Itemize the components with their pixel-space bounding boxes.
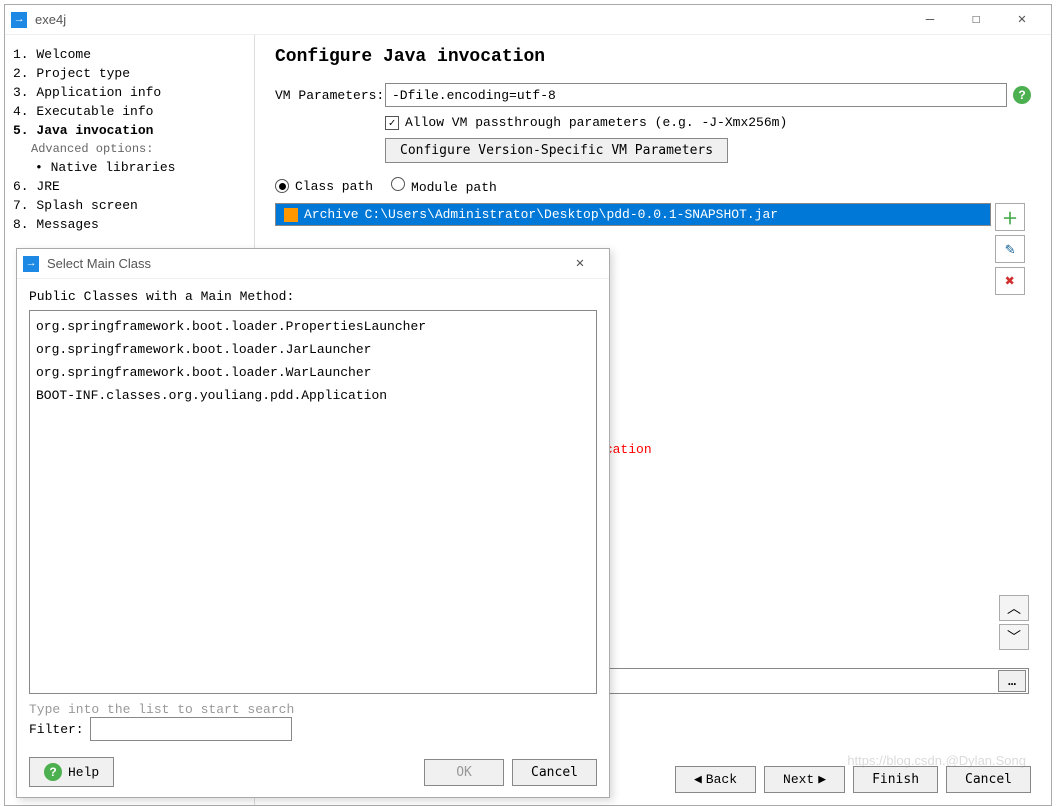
filter-input[interactable] xyxy=(90,717,292,741)
sidebar-item-splash[interactable]: 7. Splash screen xyxy=(13,196,246,215)
move-down-icon[interactable]: ﹀ xyxy=(999,624,1029,650)
wizard-footer: ◀ Back Next ▶ Finish Cancel xyxy=(675,766,1031,793)
vm-params-row: VM Parameters: ? xyxy=(275,83,1031,107)
class-item[interactable]: org.springframework.boot.loader.WarLaunc… xyxy=(34,361,592,384)
classpath-list[interactable]: Archive C:\Users\Administrator\Desktop\p… xyxy=(275,203,991,226)
sidebar-item-welcome[interactable]: 1. Welcome xyxy=(13,45,246,64)
vm-params-input[interactable] xyxy=(385,83,1007,107)
passthrough-checkbox[interactable]: ✓ xyxy=(385,116,399,130)
ok-button[interactable]: OK xyxy=(424,759,504,786)
sidebar-item-executable-info[interactable]: 4. Executable info xyxy=(13,102,246,121)
search-hint: Type into the list to start search xyxy=(29,702,597,717)
dialog-subtitle: Public Classes with a Main Method: xyxy=(29,289,597,304)
main-class-list[interactable]: org.springframework.boot.loader.Properti… xyxy=(29,310,597,694)
sidebar-item-project-type[interactable]: 2. Project type xyxy=(13,64,246,83)
move-up-icon[interactable]: ︿ xyxy=(999,595,1029,621)
config-version-vm-button[interactable]: Configure Version-Specific VM Parameters xyxy=(385,138,728,163)
main-titlebar: exe4j — ☐ ✕ xyxy=(5,5,1051,35)
passthrough-row[interactable]: ✓ Allow VM passthrough parameters (e.g. … xyxy=(385,115,1031,130)
sidebar-item-application-info[interactable]: 3. Application info xyxy=(13,83,246,102)
archive-entry[interactable]: Archive C:\Users\Administrator\Desktop\p… xyxy=(276,204,990,225)
sidebar-advanced-options: Advanced options: xyxy=(13,140,246,158)
window-controls: — ☐ ✕ xyxy=(907,5,1045,35)
class-item[interactable]: BOOT-INF.classes.org.youliang.pdd.Applic… xyxy=(34,384,592,407)
archive-path: C:\Users\Administrator\Desktop\pdd-0.0.1… xyxy=(365,207,778,222)
dialog-footer: ? Help OK Cancel xyxy=(29,751,597,787)
dialog-cancel-button[interactable]: Cancel xyxy=(512,759,597,786)
finish-button[interactable]: Finish xyxy=(853,766,938,793)
minimize-icon[interactable]: — xyxy=(907,5,953,35)
edit-button[interactable]: ✎ xyxy=(995,235,1025,263)
class-item[interactable]: org.springframework.boot.loader.Properti… xyxy=(34,315,592,338)
dialog-close-icon[interactable]: ✕ xyxy=(557,249,603,279)
window-title: exe4j xyxy=(35,12,907,27)
sidebar-item-jre[interactable]: 6. JRE xyxy=(13,177,246,196)
browse-button[interactable]: … xyxy=(998,670,1026,692)
sidebar-item-messages[interactable]: 8. Messages xyxy=(13,215,246,234)
reorder-arrows: ︿ ﹀ xyxy=(999,595,1029,650)
passthrough-label: Allow VM passthrough parameters (e.g. -J… xyxy=(405,115,787,130)
select-main-class-dialog: Select Main Class ✕ Public Classes with … xyxy=(16,248,610,798)
close-icon[interactable]: ✕ xyxy=(999,5,1045,35)
module-path-radio[interactable]: Module path xyxy=(391,177,497,195)
dialog-body: Public Classes with a Main Method: org.s… xyxy=(17,279,609,797)
dialog-icon xyxy=(23,256,39,272)
dialog-titlebar: Select Main Class ✕ xyxy=(17,249,609,279)
path-type-row: Class path Module path xyxy=(275,177,1031,195)
dialog-title: Select Main Class xyxy=(47,256,557,271)
archive-label: Archive xyxy=(304,207,359,222)
cancel-button[interactable]: Cancel xyxy=(946,766,1031,793)
vm-params-label: VM Parameters: xyxy=(275,88,385,103)
help-button[interactable]: ? Help xyxy=(29,757,114,787)
page-heading: Configure Java invocation xyxy=(275,47,1031,67)
archive-icon xyxy=(284,208,298,222)
sidebar-item-native-libraries[interactable]: • Native libraries xyxy=(13,158,246,177)
class-path-radio[interactable]: Class path xyxy=(275,179,373,194)
delete-button[interactable]: ✖ xyxy=(995,267,1025,295)
class-item[interactable]: org.springframework.boot.loader.JarLaunc… xyxy=(34,338,592,361)
sidebar-item-java-invocation[interactable]: 5. Java invocation xyxy=(13,121,246,140)
maximize-icon[interactable]: ☐ xyxy=(953,5,999,35)
classpath-side-buttons: ＋ ✎ ✖ xyxy=(995,203,1029,295)
filter-label: Filter: xyxy=(29,722,84,737)
filter-row: Filter: 🔍 xyxy=(29,717,597,741)
next-button[interactable]: Next ▶ xyxy=(764,766,845,793)
back-button[interactable]: ◀ Back xyxy=(675,766,756,793)
help-icon[interactable]: ? xyxy=(1013,86,1031,104)
add-button[interactable]: ＋ xyxy=(995,203,1025,231)
watermark: https://blog.csdn.@Dylan.Song xyxy=(847,753,1026,768)
app-icon xyxy=(11,12,27,28)
help-icon: ? xyxy=(44,763,62,781)
